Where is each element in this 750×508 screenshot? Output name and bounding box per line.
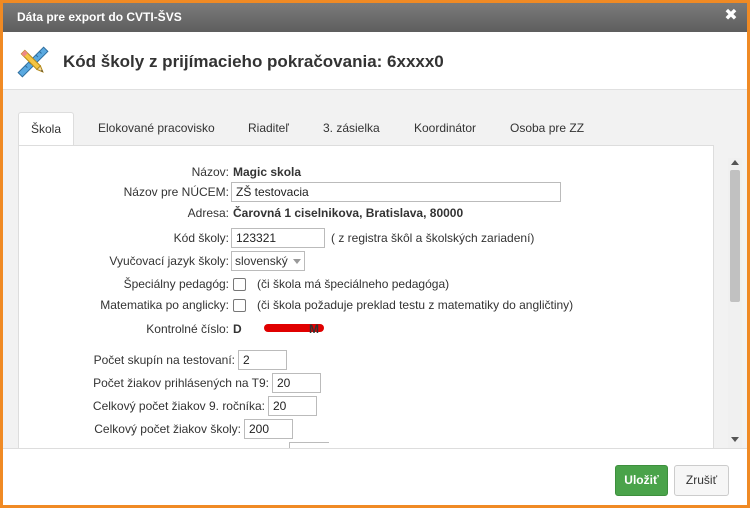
label-ziaci-9: Celkový počet žiakov 9. ročníka: (92, 399, 265, 413)
close-icon[interactable]: ✖ (723, 8, 739, 24)
pencil-ruler-icon (17, 46, 49, 78)
scrollbar-thumb[interactable] (730, 170, 740, 302)
dialog-header: Kód školy z prijímacieho pokračovania: 6… (3, 32, 747, 90)
kod-skoly-input[interactable] (231, 228, 325, 248)
note-matematika: (či škola požaduje preklad testu z matem… (257, 298, 574, 312)
tab-3-zasielka[interactable]: 3. zásielka (323, 112, 380, 144)
value-kontrolne-start: D (233, 322, 242, 336)
scroll-down-icon[interactable] (731, 437, 739, 442)
page-title: Kód školy z prijímacieho pokračovania: 6… (63, 52, 444, 71)
row-matematika: Matematika po anglicky: (či škola požadu… (19, 295, 709, 315)
row-ziaci-9: Celkový počet žiakov 9. ročníka: (19, 396, 709, 416)
skupiny-input[interactable] (238, 350, 287, 370)
label-adresa: Adresa: (187, 206, 229, 220)
tab-label: Škola (30, 122, 62, 136)
row-ziaci-skola: Celkový počet žiakov školy: (19, 419, 709, 439)
note-kod-skoly: ( z registra škôl a školských zariadení) (331, 231, 535, 245)
label-jazyk: Vyučovací jazyk školy: (109, 254, 229, 268)
scroll-up-icon[interactable] (731, 160, 739, 165)
ziaci-skola-input[interactable] (244, 419, 293, 439)
dialog-titlebar: Dáta pre export do CVTI-ŠVS ✖ (3, 3, 747, 32)
vertical-scrollbar[interactable] (728, 158, 742, 448)
ziaci-t9-input[interactable] (272, 373, 321, 393)
cancel-button[interactable]: Zrušiť (674, 465, 729, 496)
tab-label: Osoba pre ZZ (510, 121, 585, 135)
row-specialny: Špeciálny pedagóg: (či škola má špeciáln… (19, 274, 709, 294)
row-jazyk: Vyučovací jazyk školy: slovenský (19, 251, 699, 271)
row-nazov-nucem: Názov pre NÚCEM: (19, 182, 699, 202)
row-kontrolne: Kontrolné číslo: D M (19, 319, 709, 339)
label-ziaci-t9: Počet žiakov prihlásených na T9: (93, 376, 269, 390)
ziaci-9-input[interactable] (268, 396, 317, 416)
row-kod-skoly: Kód školy: ( z registra škôl a školských… (19, 228, 709, 248)
dialog-title: Dáta pre export do CVTI-ŠVS (17, 10, 182, 24)
label-ziaci-skola: Celkový počet žiakov školy: (94, 422, 241, 436)
tab-riaditel[interactable]: Riaditeľ (248, 112, 289, 144)
tab-label: Elokované pracovisko (98, 121, 215, 135)
label-skupiny: Počet skupín na testovaní: (93, 353, 235, 367)
dialog-window: Dáta pre export do CVTI-ŠVS ✖ Kód školy … (0, 0, 750, 508)
row-adresa: Adresa: Čarovná 1 ciselnikova, Bratislav… (19, 203, 699, 223)
tab-label: 3. zásielka (323, 121, 380, 135)
value-adresa: Čarovná 1 ciselnikova, Bratislava, 80000 (233, 206, 464, 220)
tab-skola[interactable]: Škola (18, 112, 74, 146)
nazov-nucem-input[interactable] (231, 182, 561, 202)
specialny-checkbox[interactable] (233, 278, 246, 291)
row-skupiny: Počet skupín na testovaní: (19, 350, 709, 370)
label-kod-skoly: Kód školy: (173, 231, 229, 245)
label-kontrolne: Kontrolné číslo: (146, 322, 229, 336)
tab-koordinator[interactable]: Koordinátor (414, 112, 476, 144)
matematika-checkbox[interactable] (233, 299, 246, 312)
label-specialny: Špeciálny pedagóg: (123, 277, 229, 291)
value-nazov: Magic skola (233, 165, 302, 179)
row-ziaci-t9: Počet žiakov prihlásených na T9: (19, 373, 709, 393)
label-matematika: Matematika po anglicky: (100, 298, 229, 312)
row-nazov: Názov: Magic skola (19, 162, 699, 182)
tab-panel-skola: Názov: Magic skola Názov pre NÚCEM: Adre… (18, 145, 714, 448)
tab-label: Riaditeľ (248, 121, 289, 135)
chevron-down-icon (293, 259, 301, 264)
tab-label: Koordinátor (414, 121, 477, 135)
label-nazov: Názov: (191, 165, 229, 179)
save-button[interactable]: Uložiť (615, 465, 668, 496)
label-nazov-nucem: Názov pre NÚCEM: (123, 185, 229, 199)
note-specialny: (či škola má špeciálneho pedagóga) (257, 277, 450, 291)
jazyk-select[interactable]: slovenský (231, 251, 305, 271)
tab-elokovane-pracovisko[interactable]: Elokované pracovisko (98, 112, 215, 144)
value-kontrolne-end: M (309, 322, 319, 336)
tab-osoba-pre-zz[interactable]: Osoba pre ZZ (510, 112, 584, 144)
jazyk-select-value: slovenský (235, 254, 288, 268)
dialog-footer: Uložiť Zrušiť (3, 448, 747, 505)
